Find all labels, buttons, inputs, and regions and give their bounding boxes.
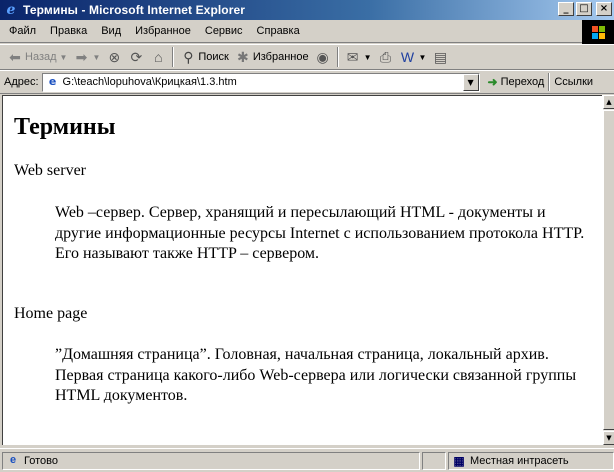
search-icon: ⚲ — [183, 49, 194, 65]
status-empty-panel — [422, 451, 446, 470]
mail-dropdown-icon[interactable]: ▼ — [364, 53, 372, 62]
status-text-panel: e Готово — [2, 451, 420, 470]
links-separator — [548, 73, 551, 91]
print-icon: ⎙ — [379, 49, 392, 65]
intranet-zone-icon: ▦ — [453, 453, 465, 468]
edit-dropdown-icon[interactable]: ▼ — [419, 53, 427, 62]
back-label: Назад — [25, 51, 57, 63]
scroll-up-icon[interactable]: ▲ — [603, 95, 614, 109]
page-heading: Термины — [14, 114, 116, 140]
search-label: Поиск — [198, 51, 229, 63]
maximize-button[interactable]: □ — [576, 2, 592, 16]
page-done-icon: e — [9, 453, 17, 466]
address-input[interactable]: e G:\teach\lopuhova\Крицкая\1.3.htm ▼ — [41, 72, 480, 92]
search-button[interactable]: ⚲ Поиск — [177, 46, 231, 68]
favorites-label: Избранное — [252, 51, 309, 63]
mail-button[interactable]: ✉ ▼ — [342, 46, 375, 68]
standard-toolbar: ⬅ Назад ▼ ➡ ▼ ⊗ ⟳ ⌂ ⚲ Поиск ✱ Избранное … — [0, 44, 614, 70]
ie-logo-icon: e — [6, 2, 16, 18]
back-arrow-icon: ⬅ — [9, 49, 21, 65]
status-bar: e Готово ▦ Местная интрасеть — [0, 448, 614, 472]
go-arrow-icon: ➜ — [487, 75, 498, 89]
term-home-page: Home page — [14, 305, 88, 322]
menu-view[interactable]: Вид — [94, 25, 128, 37]
notepad-icon: ▤ — [433, 49, 448, 65]
home-icon: ⌂ — [154, 49, 163, 65]
menu-tools[interactable]: Сервис — [198, 25, 250, 37]
refresh-button[interactable]: ⟳ — [125, 46, 147, 68]
menu-file[interactable]: Файл — [2, 25, 43, 37]
close-button[interactable]: × — [596, 2, 612, 16]
print-button[interactable]: ⎙ — [375, 46, 397, 68]
address-dropdown-icon[interactable]: ▼ — [462, 73, 479, 91]
zone-panel: ▦ Местная интрасеть — [448, 451, 614, 470]
address-value: G:\teach\lopuhova\Крицкая\1.3.htm — [62, 76, 237, 88]
discuss-button[interactable]: ▤ — [429, 46, 451, 68]
vertical-scrollbar[interactable]: ▲ ▼ — [602, 95, 614, 445]
scroll-thumb[interactable] — [603, 110, 614, 430]
edit-button[interactable]: W ▼ — [397, 46, 430, 68]
forward-dropdown-icon[interactable]: ▼ — [92, 53, 100, 62]
media-button[interactable]: ◉ — [312, 46, 334, 68]
windows-logo-icon — [582, 20, 614, 44]
term-web-server: Web server — [14, 162, 87, 179]
stop-icon: ⊗ — [108, 49, 121, 65]
menu-favorites[interactable]: Избранное — [128, 25, 198, 37]
favorites-button[interactable]: ✱ Избранное — [232, 46, 312, 68]
mail-icon: ✉ — [346, 49, 359, 65]
forward-button[interactable]: ➡ ▼ — [70, 46, 103, 68]
menu-edit[interactable]: Правка — [43, 25, 94, 37]
toolbar-separator — [172, 47, 175, 67]
scroll-down-icon[interactable]: ▼ — [603, 431, 614, 445]
toolbar-separator — [336, 47, 339, 67]
menu-help[interactable]: Справка — [250, 25, 307, 37]
forward-arrow-icon: ➡ — [75, 49, 88, 65]
page-icon: e — [48, 75, 57, 88]
zone-text: Местная интрасеть — [470, 454, 569, 467]
definition-home-page: ”Домашняя страница”. Головная, начальная… — [55, 346, 577, 404]
title-bar: e Термины - Microsoft Internet Explorer … — [0, 0, 614, 20]
page-content: Термины Web server Web –сервер. Сервер, … — [2, 95, 602, 445]
window-title: Термины - Microsoft Internet Explorer — [23, 3, 246, 17]
address-label: Адрес: — [4, 76, 39, 88]
address-bar: Адрес: e G:\teach\lopuhova\Крицкая\1.3.h… — [0, 70, 614, 94]
word-edit-icon: W — [400, 49, 415, 65]
favorites-icon: ✱ — [236, 49, 249, 65]
media-icon: ◉ — [316, 49, 329, 65]
back-dropdown-icon[interactable]: ▼ — [60, 53, 68, 62]
refresh-icon: ⟳ — [130, 49, 143, 65]
definition-web-server: Web –сервер. Сервер, хранящий и пересыла… — [55, 204, 585, 262]
minimize-button[interactable]: _ — [558, 2, 574, 16]
go-label: Переход — [500, 76, 545, 88]
status-text: Готово — [24, 454, 58, 467]
go-button[interactable]: ➜ Переход — [488, 75, 545, 89]
window-controls: _ □ × — [558, 2, 612, 16]
home-button[interactable]: ⌂ — [147, 46, 169, 68]
back-button[interactable]: ⬅ Назад ▼ — [4, 46, 70, 68]
menu-bar: Файл Правка Вид Избранное Сервис Справка — [0, 20, 614, 43]
links-button[interactable]: Ссылки — [554, 76, 593, 88]
stop-button[interactable]: ⊗ — [103, 46, 125, 68]
